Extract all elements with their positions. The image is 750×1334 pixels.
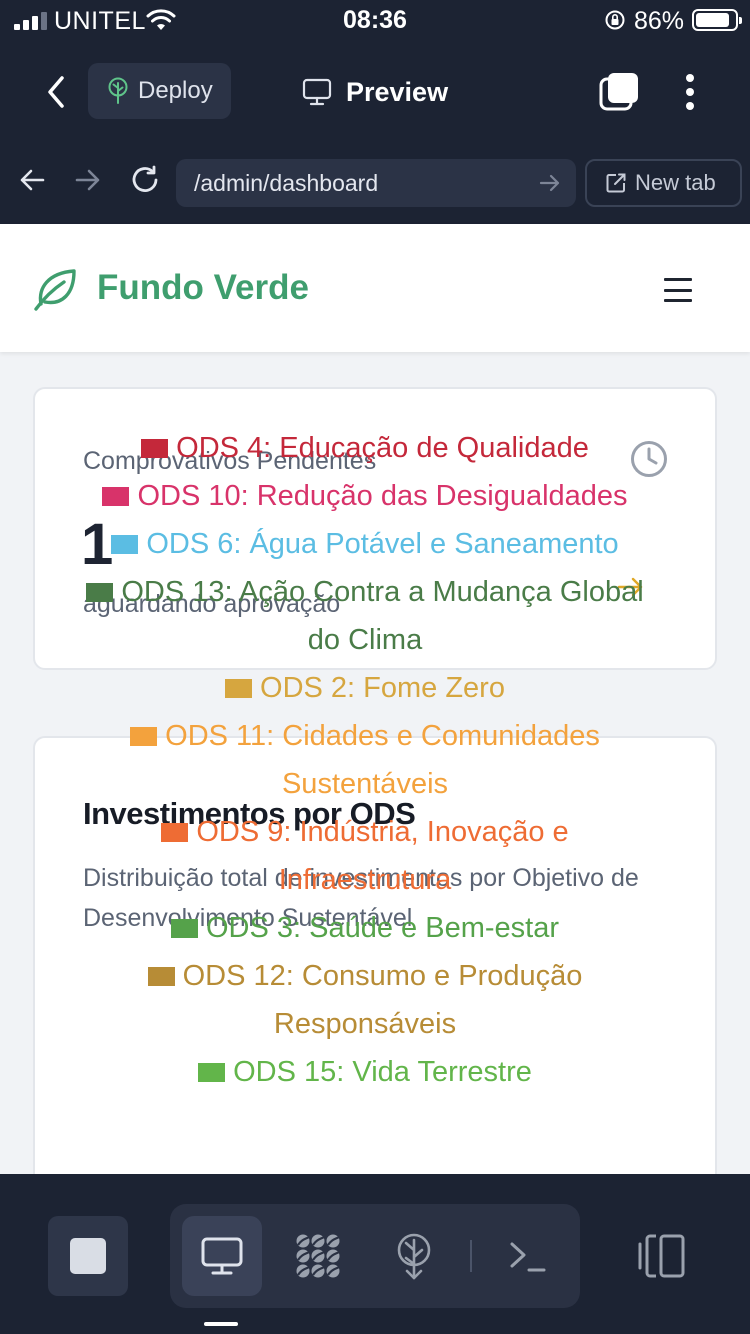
external-link-icon [606, 173, 626, 193]
browser-bar: /admin/dashboard New tab [0, 140, 750, 224]
legend-label: ODS 10: Redução das Desigualdades [137, 480, 628, 512]
arrow-left-icon [20, 169, 45, 191]
legend-item[interactable]: ODS 13: Ação Contra a Mudança Global do … [80, 568, 650, 664]
legend-swatch [147, 967, 175, 986]
legend-item[interactable]: ODS 12: Consumo e Produção Responsáveis [80, 952, 650, 1048]
legend-label: ODS 13: Ação Contra a Mudança Global do … [121, 576, 644, 656]
tool-group [170, 1204, 580, 1308]
monitor-icon [201, 1237, 243, 1275]
legend-label: ODS 6: Água Potável e Saneamento [146, 528, 619, 560]
legend-item[interactable]: ODS 15: Vida Terrestre [80, 1048, 650, 1096]
legend-item[interactable]: ODS 11: Cidades e Comunidades Sustentáve… [80, 712, 650, 808]
legend-label: ODS 12: Consumo e Produção Responsáveis [182, 960, 583, 1040]
arrow-right-icon [75, 169, 100, 191]
monitor-icon [302, 78, 332, 106]
legend-swatch [86, 583, 114, 602]
legend-swatch [130, 727, 158, 746]
legend-item[interactable]: ODS 3: Saúde e Bem-estar [80, 904, 650, 952]
stop-icon [70, 1238, 106, 1274]
ods-chart-legend: ODS 4: Educação de Qualidade ODS 10: Redu… [80, 424, 650, 1096]
leaf-icon [34, 269, 76, 311]
legend-swatch [225, 679, 253, 698]
go-arrow-icon[interactable] [538, 171, 562, 195]
legend-swatch [198, 1063, 226, 1082]
status-bar: UNITEL 08:36 86% [0, 0, 750, 44]
battery-percent: 86% [634, 7, 685, 35]
preview-title: Preview [302, 72, 448, 112]
legend-item[interactable]: ODS 9: Indústria, Inovação e Infraestrut… [80, 808, 650, 904]
legend-label: ODS 3: Saúde e Bem-estar [206, 912, 559, 944]
legend-swatch [161, 823, 189, 842]
legend-label: ODS 4: Educação de Qualidade [176, 432, 589, 464]
legend-label: ODS 11: Cidades e Comunidades Sustentáve… [165, 720, 600, 800]
battery-icon [692, 9, 742, 31]
tabs-icon[interactable] [598, 70, 642, 114]
legend-label: ODS 9: Indústria, Inovação e Infraestrut… [196, 816, 569, 896]
legend-swatch [171, 919, 198, 938]
legend-item[interactable]: ODS 10: Redução das Desigualdades [80, 472, 650, 520]
more-vertical-icon[interactable] [672, 70, 708, 114]
preview-tool[interactable] [182, 1216, 262, 1296]
stop-button[interactable] [48, 1216, 128, 1296]
app-header: Deploy Preview [0, 44, 750, 140]
chevron-left-icon [48, 76, 64, 108]
grid-blobs-icon [296, 1234, 340, 1278]
reload-button[interactable] [129, 164, 161, 196]
deploy-tool[interactable] [374, 1216, 454, 1296]
reload-icon [132, 165, 158, 192]
home-indicator [204, 1322, 238, 1326]
shell-tool[interactable] [488, 1216, 568, 1296]
url-text[interactable]: /admin/dashboard [194, 170, 378, 197]
legend-swatch [102, 487, 130, 506]
legend-swatch [141, 439, 169, 458]
url-bar[interactable]: /admin/dashboard [176, 159, 576, 207]
site-name[interactable]: Fundo Verde [97, 268, 309, 308]
site-header: Fundo Verde [0, 224, 750, 352]
toolbar-divider [470, 1240, 472, 1272]
browser-forward-button[interactable] [72, 164, 104, 196]
hamburger-icon[interactable] [664, 276, 692, 304]
preview-label: Preview [346, 76, 449, 107]
legend-swatch [111, 535, 139, 554]
legend-label: ODS 15: Vida Terrestre [233, 1056, 532, 1088]
new-tab-button[interactable]: New tab [585, 159, 742, 207]
deploy-label: Deploy [138, 77, 213, 104]
panels-icon[interactable] [632, 1230, 692, 1282]
apps-tool[interactable] [278, 1216, 358, 1296]
legend-item[interactable]: ODS 4: Educação de Qualidade [80, 424, 650, 472]
legend-item[interactable]: ODS 2: Fome Zero [80, 664, 650, 712]
deploy-tree-icon [397, 1233, 431, 1280]
deploy-tree-icon [108, 77, 128, 104]
bottom-toolbar [0, 1174, 750, 1334]
terminal-icon [510, 1242, 546, 1272]
back-button[interactable] [38, 72, 74, 112]
legend-label: ODS 2: Fome Zero [260, 672, 505, 704]
deploy-button[interactable]: Deploy [88, 63, 231, 119]
new-tab-label: New tab [635, 170, 716, 195]
browser-back-button[interactable] [16, 164, 48, 196]
legend-item[interactable]: ODS 6: Água Potável e Saneamento [80, 520, 650, 568]
orientation-lock-icon [605, 10, 625, 30]
